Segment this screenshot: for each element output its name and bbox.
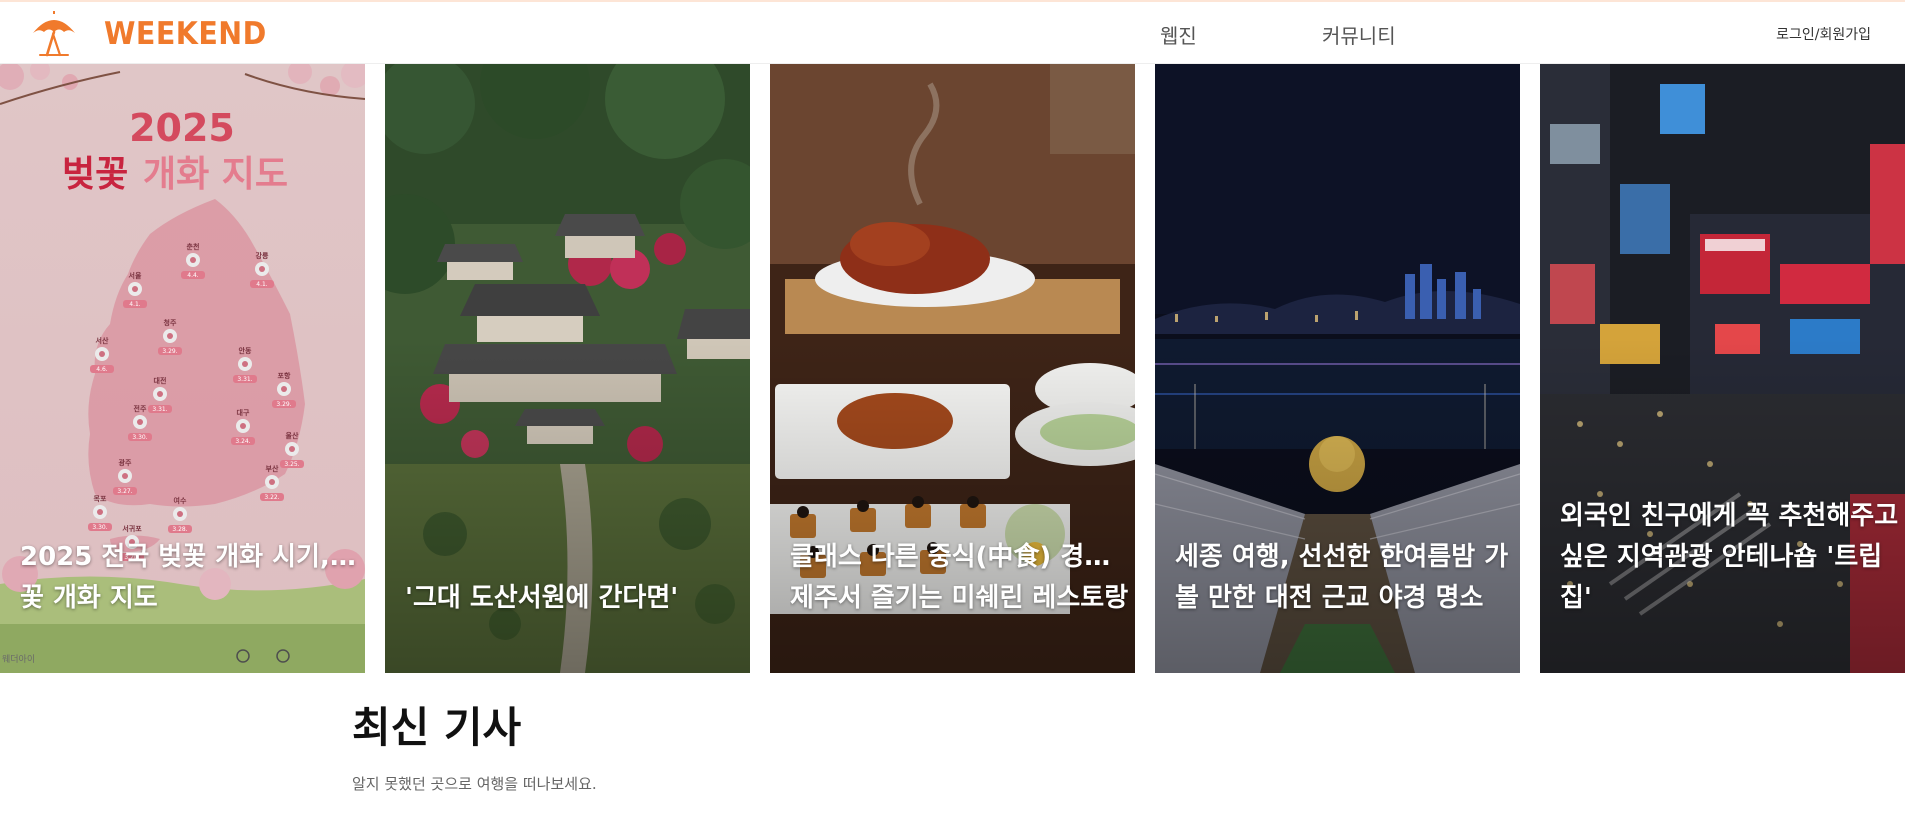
marker-date: 3.27. xyxy=(117,488,132,495)
logo-text: WEEKEND xyxy=(104,16,267,52)
card-title[interactable]: 세종 여행, 선선한 한여름밤 가 볼 만한 대전 근교 야경 명소 xyxy=(1175,537,1514,619)
marker-city: 서산 xyxy=(96,336,109,345)
card-title[interactable]: '그대 도산서원에 간다면' xyxy=(405,578,744,619)
marker-city: 서울 xyxy=(129,271,142,280)
marker-city: 춘천 xyxy=(187,242,200,251)
map-year-text: 2025 xyxy=(129,106,235,150)
latest-articles-heading: 최신 기사 xyxy=(352,703,522,752)
marker-city: 목포 xyxy=(94,494,107,503)
map-heading-b: 개화 지도 xyxy=(143,154,288,195)
marker-date: 4.6. xyxy=(96,366,108,373)
marker-date: 3.24. xyxy=(235,438,250,445)
image-credit: 웨더아이 xyxy=(2,655,36,665)
marker-city: 여수 xyxy=(174,496,187,505)
carousel-card-trip-zip[interactable]: 외국인 친구에게 꼭 추천해주고 싶은 지역관광 안테나숍 '트립 집' xyxy=(1540,64,1905,673)
marker-city: 울산 xyxy=(286,431,299,440)
marker-date: 3.22. xyxy=(264,494,279,501)
marker-date: 3.30. xyxy=(92,524,107,531)
marker-city: 대구 xyxy=(237,408,250,417)
marker-date: 3.31. xyxy=(237,376,252,383)
card-title-line: 싶은 지역관광 안테나숍 '트립 xyxy=(1560,542,1883,572)
marker-city: 서귀포 xyxy=(122,524,142,533)
map-heading-a: 벚꽃 xyxy=(62,154,128,195)
card-title-line: 클래스 다른 중식(中食) 경험… xyxy=(790,542,1129,572)
carousel-card-michelin-restaurant[interactable]: 클래스 다른 중식(中食) 경험… 제주서 즐기는 미쉐린 레스토랑 xyxy=(770,64,1135,673)
site-header: WEEKEND 웹진 커뮤니티 로그인/회원가입 xyxy=(0,0,1905,64)
card-title[interactable]: 2025 전국 벚꽃 개화 시기, 벚 꽃 개화 지도 xyxy=(20,537,359,619)
marker-date: 3.31. xyxy=(152,406,167,413)
card-title-line: 외국인 친구에게 꼭 추천해주고 xyxy=(1560,501,1899,531)
marker-city: 안동 xyxy=(239,346,252,355)
umbrella-icon xyxy=(33,11,75,57)
marker-city: 강릉 xyxy=(256,251,269,260)
carousel-card-dosan-seowon[interactable]: '그대 도산서원에 간다면' xyxy=(385,64,750,673)
marker-date: 3.29. xyxy=(276,401,291,408)
card-title[interactable]: 외국인 친구에게 꼭 추천해주고 싶은 지역관광 안테나숍 '트립 집' xyxy=(1560,496,1899,619)
card-title[interactable]: 클래스 다른 중식(中食) 경험… 제주서 즐기는 미쉐린 레스토랑 xyxy=(790,537,1129,619)
featured-carousel: 2025 벚꽃 개화 지도 춘천 강릉 서울 청주 서산 안동 포항 대전 대구… xyxy=(0,64,1905,673)
marker-date: 4.4. xyxy=(187,272,199,279)
card-title-line: 세종 여행, 선선한 한여름밤 가 xyxy=(1175,542,1509,572)
carousel-card-cherry-blossom[interactable]: 2025 벚꽃 개화 지도 춘천 강릉 서울 청주 서산 안동 포항 대전 대구… xyxy=(0,64,365,673)
carousel-card-sejong-night-view[interactable]: 세종 여행, 선선한 한여름밤 가 볼 만한 대전 근교 야경 명소 xyxy=(1155,64,1520,673)
login-signup-link[interactable]: 로그인/회원가입 xyxy=(1776,24,1871,44)
card-title-line: 집' xyxy=(1560,583,1592,613)
marker-city: 포항 xyxy=(278,371,291,380)
card-title-line: 2025 전국 벚꽃 개화 시기, 벚 xyxy=(20,542,359,572)
marker-date: 3.29. xyxy=(162,348,177,355)
card-title-line: 제주서 즐기는 미쉐린 레스토랑 xyxy=(790,583,1129,613)
logo[interactable]: WEEKEND xyxy=(30,11,281,57)
marker-city: 청주 xyxy=(164,318,177,327)
marker-date: 3.28. xyxy=(172,526,187,533)
marker-city: 대전 xyxy=(154,376,167,385)
nav-webzine[interactable]: 웹진 xyxy=(1160,20,1197,49)
card-title-line: 꽃 개화 지도 xyxy=(20,583,158,613)
marker-date: 3.30. xyxy=(132,434,147,441)
marker-city: 전주 xyxy=(134,404,147,413)
card-title-line: '그대 도산서원에 간다면' xyxy=(405,583,679,613)
marker-city: 광주 xyxy=(119,458,132,467)
card-title-line: 볼 만한 대전 근교 야경 명소 xyxy=(1175,583,1484,613)
marker-date: 3.25. xyxy=(284,461,299,468)
marker-date: 4.1. xyxy=(256,281,268,288)
nav-community[interactable]: 커뮤니티 xyxy=(1322,20,1396,49)
marker-date: 4.1. xyxy=(129,301,141,308)
marker-city: 부산 xyxy=(266,464,279,473)
latest-articles-subtitle: 알지 못했던 곳으로 여행을 떠나보세요. xyxy=(352,775,597,793)
